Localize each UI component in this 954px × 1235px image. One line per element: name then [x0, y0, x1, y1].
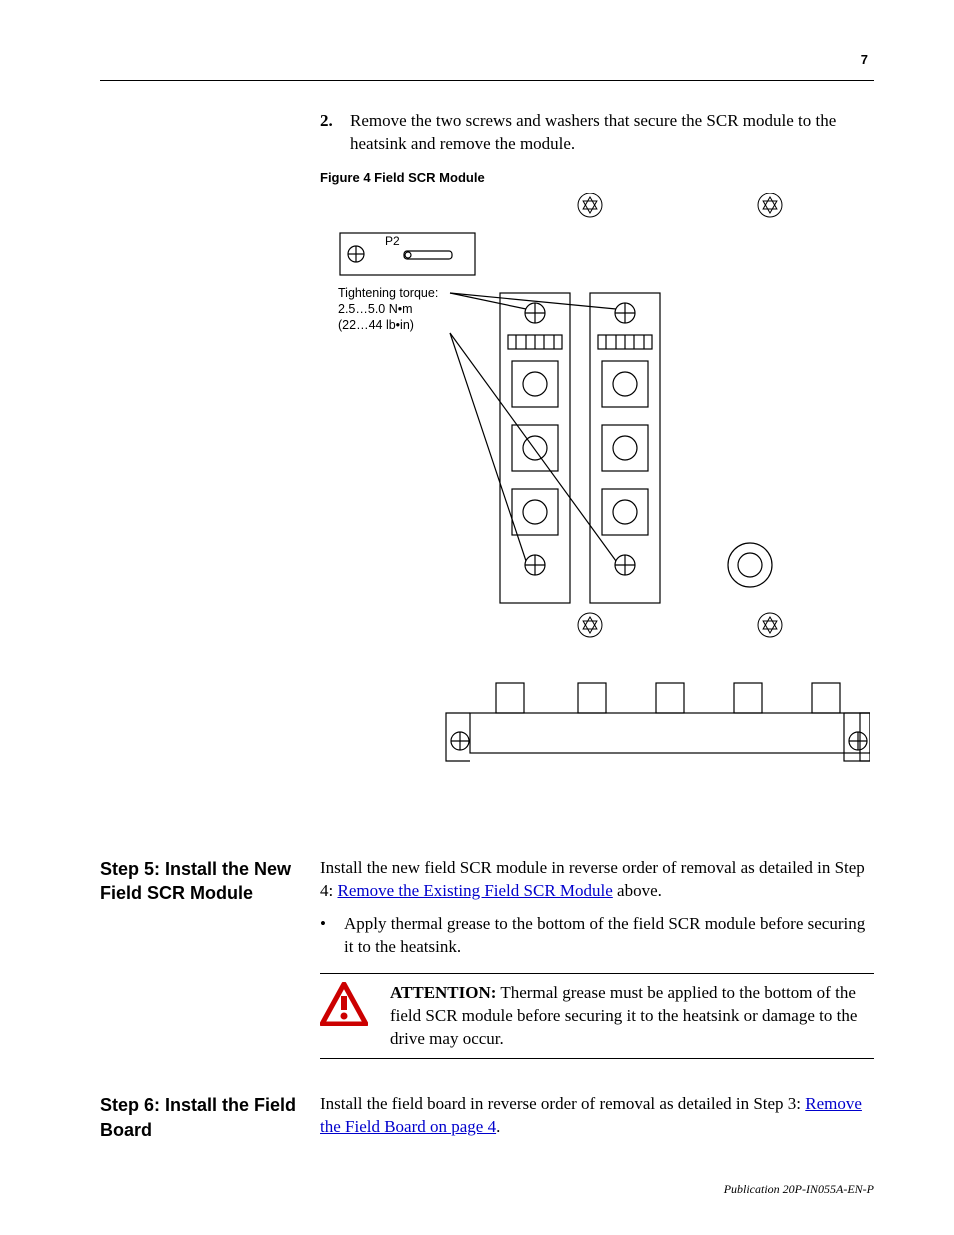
attention-text: ATTENTION: Thermal grease must be applie… — [390, 982, 874, 1051]
step-5-link[interactable]: Remove the Existing Field SCR Module — [337, 881, 612, 900]
step-6-heading: Step 6: Install the Field Board — [100, 1093, 320, 1142]
step-5-bullet-text: Apply thermal grease to the bottom of th… — [344, 913, 874, 959]
header-rule — [100, 80, 874, 81]
figure-4-caption: Figure 4 Field SCR Module — [320, 170, 874, 185]
attention-icon — [320, 982, 380, 1033]
step-2-text: Remove the two screws and washers that s… — [350, 110, 874, 156]
figure-4-p2-label: P2 — [385, 234, 400, 248]
step-6-para-before: Install the field board in reverse order… — [320, 1094, 805, 1113]
figure-4: P2 Tightening torque: 2.5…5.0 N•m (22…44… — [320, 193, 870, 823]
step-2-number: 2. — [320, 110, 340, 156]
bullet-dot-icon: • — [320, 913, 334, 959]
step-5-para-after: above. — [613, 881, 662, 900]
publication-footer: Publication 20P-IN055A-EN-P — [724, 1182, 874, 1197]
step-5-heading: Step 5: Install the New Field SCR Module — [100, 857, 320, 1060]
step-5-paragraph: Install the new field SCR module in reve… — [320, 857, 874, 903]
figure-4-torque-note: Tightening torque: 2.5…5.0 N•m (22…44 lb… — [338, 285, 438, 334]
step-6-para-after: . — [496, 1117, 500, 1136]
attention-block: ATTENTION: Thermal grease must be applie… — [320, 973, 874, 1060]
step-5-bullet: • Apply thermal grease to the bottom of … — [320, 913, 874, 959]
step-6-block: Step 6: Install the Field Board Install … — [100, 1093, 874, 1142]
step-6-paragraph: Install the field board in reverse order… — [320, 1093, 874, 1142]
page-number: 7 — [861, 52, 868, 67]
step-5-block: Step 5: Install the New Field SCR Module… — [100, 857, 874, 1060]
step-2-item: 2. Remove the two screws and washers tha… — [320, 110, 874, 156]
attention-label: ATTENTION: — [390, 983, 496, 1002]
